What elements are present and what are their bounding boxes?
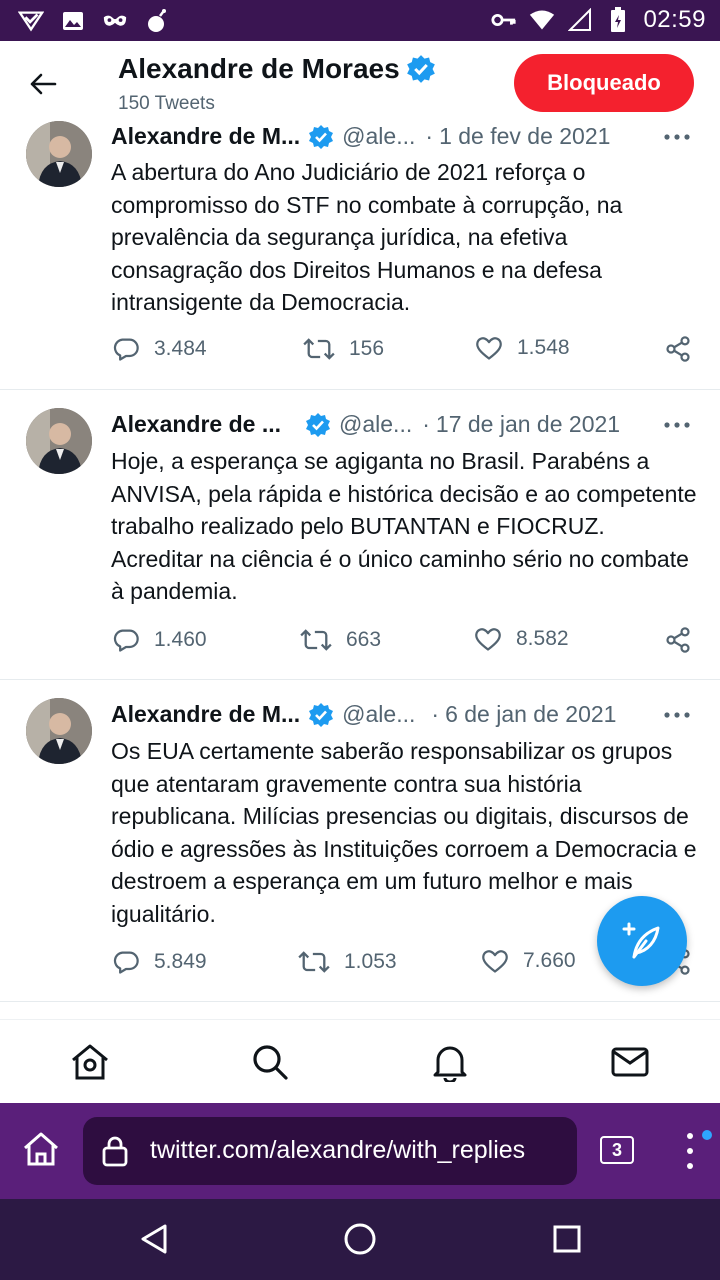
blocked-button[interactable]: Bloqueado — [514, 54, 694, 112]
retweet-icon — [300, 629, 332, 651]
reply-button[interactable]: 3.484 — [112, 335, 207, 363]
verified-badge-icon — [305, 412, 331, 438]
tweet-feed: Alexandre de M... @ale... · 1 de fev de … — [0, 113, 720, 1002]
like-count: 1.548 — [517, 336, 570, 359]
system-home-icon[interactable] — [342, 1221, 378, 1257]
tweet[interactable]: Alexandre de ... @ale... · 17 de jan de … — [0, 390, 720, 680]
avatar[interactable] — [26, 698, 92, 764]
key-icon — [491, 7, 517, 33]
url-text: twitter.com/alexandre/with_replies — [150, 1136, 526, 1164]
heart-icon — [482, 950, 508, 973]
avatar[interactable] — [26, 121, 92, 187]
tweet-text: A abertura do Ano Judiciário de 2021 ref… — [111, 159, 623, 315]
author-handle[interactable]: @ale... — [342, 123, 415, 150]
like-button[interactable]: 8.582 — [474, 626, 569, 652]
bottom-navigation — [0, 1019, 720, 1103]
tweet-header: Alexandre de M... @ale... · 1 de fev de … — [111, 123, 610, 150]
wifi-icon — [529, 7, 555, 33]
more-options-icon[interactable] — [662, 413, 692, 437]
reply-count: 3.484 — [154, 337, 207, 360]
author-name[interactable]: Alexandre de M... — [111, 701, 300, 728]
tweet-header: Alexandre de ... @ale... · 17 de jan de … — [111, 411, 620, 438]
tweet-actions: 1.460 663 8.582 — [0, 626, 720, 666]
browser-menu-icon[interactable] — [680, 1133, 700, 1173]
notifications-icon[interactable] — [430, 1042, 470, 1082]
reply-count: 5.849 — [154, 950, 207, 973]
separator-dot: · — [431, 701, 440, 727]
system-back-icon[interactable] — [136, 1221, 172, 1257]
profile-header: Alexandre de Moraes 150 Tweets Bloqueado — [0, 41, 720, 121]
retweet-icon — [298, 951, 330, 973]
browser-home-icon[interactable] — [22, 1131, 60, 1172]
tweet-date[interactable]: 17 de jan de 2021 — [436, 411, 620, 438]
reply-button[interactable]: 1.460 — [112, 626, 207, 654]
status-time: 02:59 — [643, 6, 706, 33]
reply-icon — [113, 629, 139, 652]
like-count: 8.582 — [516, 627, 569, 650]
like-button[interactable]: 7.660 — [481, 948, 576, 974]
author-name[interactable]: Alexandre de ... — [111, 411, 281, 438]
vpn-check-icon — [18, 8, 44, 34]
lock-icon — [101, 1135, 129, 1172]
url-bar[interactable]: twitter.com/alexandre/with_replies — [83, 1117, 577, 1185]
author-handle[interactable]: @ale... — [339, 411, 412, 438]
battery-icon — [605, 7, 631, 33]
avatar[interactable] — [26, 408, 92, 474]
home-icon[interactable] — [70, 1042, 110, 1082]
system-navigation — [0, 1199, 720, 1280]
browser-toolbar: twitter.com/alexandre/with_replies 3 — [0, 1103, 720, 1199]
separator-dot: · — [425, 123, 434, 149]
verified-badge-icon — [406, 54, 436, 84]
share-button[interactable] — [664, 626, 692, 654]
reply-button[interactable]: 5.849 — [112, 948, 207, 976]
system-recents-icon[interactable] — [549, 1221, 585, 1257]
messages-icon[interactable] — [610, 1042, 650, 1082]
tweet-header: Alexandre de M... @ale... · 6 de jan de … — [111, 701, 616, 728]
back-arrow-icon[interactable] — [22, 63, 64, 105]
retweet-count: 1.053 — [344, 950, 397, 973]
reply-count: 1.460 — [154, 628, 207, 651]
tweet-date[interactable]: 6 de jan de 2021 — [445, 701, 616, 728]
mask-icon — [102, 8, 128, 34]
heart-icon — [475, 628, 501, 651]
author-handle[interactable]: @ale... — [342, 701, 415, 728]
tweet-text: Hoje, a esperança se agiganta no Brasil.… — [111, 448, 697, 604]
share-icon — [666, 627, 690, 653]
search-icon[interactable] — [250, 1042, 290, 1082]
share-button[interactable] — [664, 335, 692, 363]
verified-badge-icon — [308, 124, 334, 150]
author-name[interactable]: Alexandre de M... — [111, 123, 300, 150]
tab-switcher-button[interactable]: 3 — [600, 1136, 634, 1164]
reply-icon — [113, 951, 139, 974]
more-options-icon[interactable] — [662, 125, 692, 149]
compose-feather-icon — [622, 922, 660, 959]
compose-tweet-button[interactable] — [597, 896, 687, 986]
like-button[interactable]: 1.548 — [475, 335, 570, 361]
retweet-button[interactable]: 663 — [300, 626, 381, 654]
tweet-date[interactable]: 1 de fev de 2021 — [439, 123, 610, 150]
tweet-text: Os EUA certamente saberão responsabiliza… — [111, 738, 697, 927]
share-icon — [666, 336, 690, 362]
retweet-button[interactable]: 1.053 — [298, 948, 397, 976]
update-badge — [702, 1130, 712, 1140]
more-options-icon[interactable] — [662, 703, 692, 727]
signal-icon — [567, 7, 593, 33]
reply-icon — [113, 338, 139, 361]
retweet-button[interactable]: 156 — [303, 335, 384, 363]
status-bar: 02:59 — [0, 0, 720, 41]
retweet-count: 663 — [346, 628, 382, 651]
profile-title: Alexandre de Moraes — [118, 53, 436, 85]
separator-dot: · — [422, 411, 430, 437]
heart-icon — [476, 337, 502, 360]
tweet-actions: 3.484 156 1.548 — [0, 335, 720, 375]
profile-name: Alexandre de Moraes — [118, 53, 400, 84]
verified-badge-icon — [308, 702, 334, 728]
bomb-icon — [144, 8, 170, 34]
retweet-count: 156 — [349, 337, 385, 360]
tweet-count: 150 Tweets — [118, 93, 215, 114]
like-count: 7.660 — [523, 949, 576, 972]
tweet[interactable]: Alexandre de M... @ale... · 1 de fev de … — [0, 113, 720, 390]
retweet-icon — [303, 338, 335, 360]
image-icon — [60, 8, 86, 34]
